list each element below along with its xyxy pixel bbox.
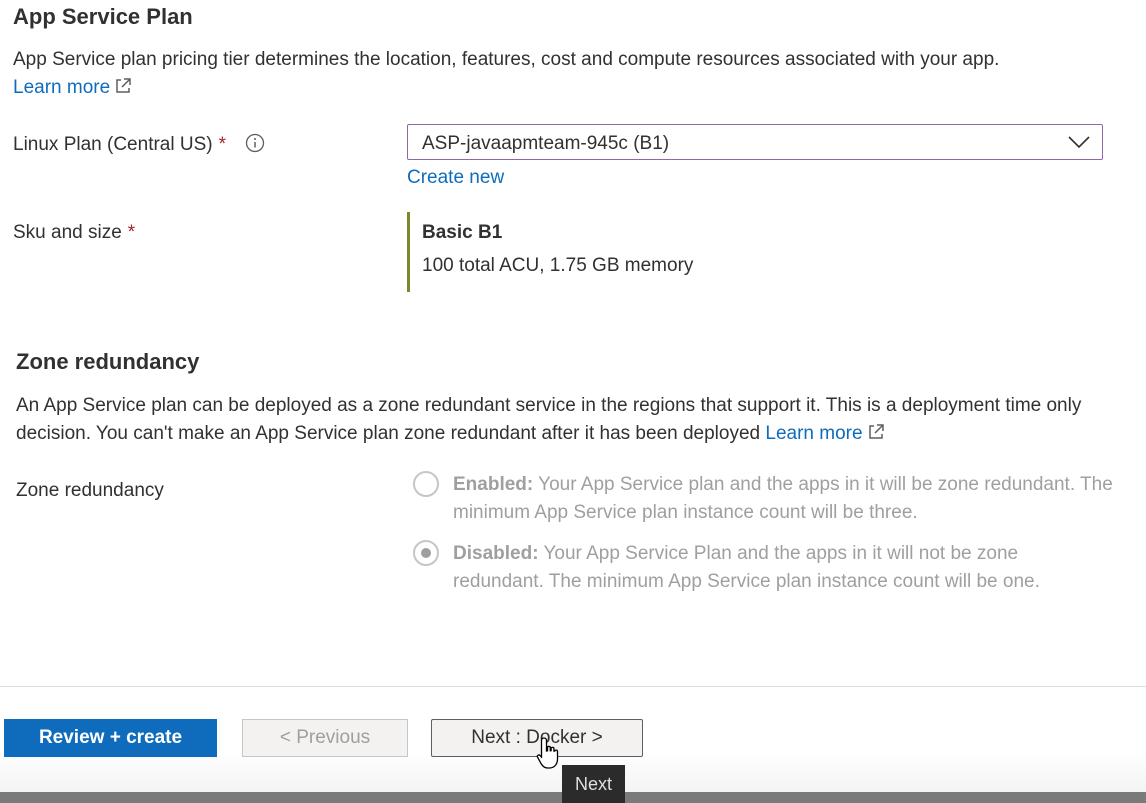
chevron-down-icon [1068, 136, 1090, 149]
sku-description: 100 total ACU, 1.75 GB memory [422, 255, 694, 276]
linux-plan-selected-value: ASP-javaapmteam-945c (B1) [422, 133, 670, 154]
review-create-button[interactable]: Review + create [4, 719, 217, 757]
section-title-zone-redundancy: Zone redundancy [16, 349, 200, 374]
radio-disabled-title: Disabled: [453, 543, 539, 564]
external-link-icon [868, 424, 884, 439]
plan-learn-more-label: Learn more [13, 77, 111, 98]
radio-enabled[interactable] [413, 471, 439, 497]
plan-learn-more-link[interactable]: Learn more [13, 77, 132, 98]
radio-selected-dot [421, 548, 431, 558]
info-icon[interactable] [245, 133, 265, 153]
linux-plan-dropdown[interactable]: ASP-javaapmteam-945c (B1) [407, 124, 1103, 160]
zone-description: An App Service plan can be deployed as a… [16, 392, 1096, 448]
plan-description-text: App Service plan pricing tier determines… [13, 49, 1000, 70]
required-asterisk: * [218, 134, 226, 155]
required-asterisk: * [127, 222, 136, 243]
radio-disabled[interactable] [413, 540, 439, 566]
linux-plan-label: Linux Plan (Central US) * [13, 133, 265, 156]
create-new-link[interactable]: Create new [407, 167, 504, 189]
radio-disabled-label: Disabled: Your App Service Plan and the … [453, 540, 1113, 596]
zone-description-text: An App Service plan can be deployed as a… [16, 395, 1082, 444]
sku-label: Sku and size * [13, 222, 135, 244]
sku-name: Basic B1 [422, 222, 503, 243]
zone-redundancy-label: Zone redundancy [16, 480, 164, 501]
footer-divider [0, 686, 1146, 687]
linux-plan-label-text: Linux Plan (Central US) [13, 134, 213, 155]
hand-cursor-icon [536, 737, 559, 769]
section-title-app-service-plan: App Service Plan [13, 4, 193, 29]
radio-enabled-label: Enabled: Your App Service plan and the a… [453, 471, 1113, 527]
radio-enabled-title: Enabled: [453, 474, 534, 495]
radio-enabled-text: Your App Service plan and the apps in it… [453, 474, 1113, 523]
next-tooltip: Next [562, 765, 625, 803]
zone-learn-more-link[interactable]: Learn more [765, 423, 884, 444]
external-link-icon [116, 78, 131, 93]
sku-accent-bar [407, 212, 410, 292]
zone-learn-more-label: Learn more [765, 423, 863, 444]
plan-description: App Service plan pricing tier determines… [13, 46, 1123, 102]
radio-disabled-text: Your App Service Plan and the apps in it… [453, 543, 1040, 592]
previous-button[interactable]: < Previous [242, 719, 408, 757]
sku-label-text: Sku and size [13, 222, 122, 243]
